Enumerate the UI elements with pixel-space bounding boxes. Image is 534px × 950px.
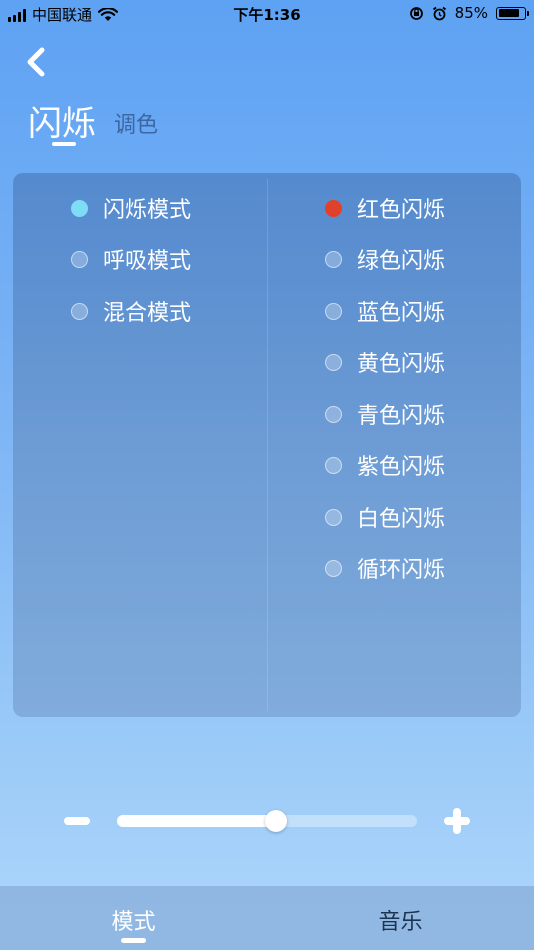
bottom-tab-bar: 模式 音乐 bbox=[0, 886, 534, 950]
option-label: 闪烁模式 bbox=[103, 198, 192, 223]
radio-icon bbox=[71, 199, 88, 217]
color-option-cycle[interactable]: 循环闪烁 bbox=[325, 551, 445, 585]
radio-icon bbox=[325, 456, 342, 474]
color-option-yellow[interactable]: 黄色闪烁 bbox=[325, 345, 445, 379]
slider-fill bbox=[117, 815, 276, 827]
option-label: 紫色闪烁 bbox=[357, 455, 446, 480]
status-bar: 中国联通 下午1:36 85% bbox=[0, 0, 534, 28]
color-option-cyan[interactable]: 青色闪烁 bbox=[325, 397, 445, 431]
panel-divider bbox=[267, 179, 268, 711]
mode-option-breath[interactable]: 呼吸模式 bbox=[71, 242, 191, 276]
options-panel: 闪烁模式 呼吸模式 混合模式 红色闪烁 绿色闪烁 蓝色闪烁 黄色闪烁 青色闪烁 … bbox=[13, 173, 521, 717]
active-tab-indicator bbox=[52, 142, 76, 146]
option-label: 黄色闪烁 bbox=[357, 352, 446, 377]
tab-blink[interactable]: 闪烁 bbox=[28, 96, 96, 145]
option-label: 蓝色闪烁 bbox=[357, 301, 446, 326]
battery-fill bbox=[498, 9, 519, 17]
color-option-green[interactable]: 绿色闪烁 bbox=[325, 242, 445, 276]
radio-icon bbox=[71, 250, 88, 268]
active-tab-indicator bbox=[121, 938, 146, 943]
option-label: 青色闪烁 bbox=[357, 404, 446, 429]
radio-icon bbox=[325, 199, 342, 217]
slider-track[interactable] bbox=[117, 810, 417, 832]
option-label: 白色闪烁 bbox=[357, 507, 446, 532]
radio-icon bbox=[325, 559, 342, 577]
tab-music[interactable]: 音乐 bbox=[267, 886, 534, 950]
tab-mode[interactable]: 模式 bbox=[0, 886, 267, 950]
minus-icon[interactable] bbox=[64, 817, 90, 825]
radio-icon bbox=[325, 405, 342, 423]
tab-music-label: 音乐 bbox=[378, 910, 423, 935]
chevron-left-icon bbox=[27, 47, 45, 77]
radio-icon bbox=[325, 508, 342, 526]
color-option-purple[interactable]: 紫色闪烁 bbox=[325, 448, 445, 482]
color-option-blue[interactable]: 蓝色闪烁 bbox=[325, 294, 445, 328]
battery-percent: 85% bbox=[454, 4, 488, 22]
tab-color-adjust[interactable]: 调色 bbox=[114, 107, 158, 139]
radio-icon bbox=[325, 250, 342, 268]
color-option-red[interactable]: 红色闪烁 bbox=[325, 191, 445, 225]
rotation-lock-icon bbox=[409, 6, 423, 20]
slider-thumb[interactable] bbox=[265, 810, 287, 832]
plus-icon[interactable] bbox=[444, 808, 470, 834]
status-right: 85% bbox=[409, 4, 529, 22]
radio-icon bbox=[71, 302, 88, 320]
mode-option-mixed[interactable]: 混合模式 bbox=[71, 294, 191, 328]
option-label: 混合模式 bbox=[103, 301, 192, 326]
option-label: 绿色闪烁 bbox=[357, 249, 446, 274]
back-button[interactable] bbox=[22, 44, 54, 80]
alarm-icon bbox=[432, 6, 446, 20]
option-label: 红色闪烁 bbox=[357, 198, 446, 223]
option-label: 循环闪烁 bbox=[357, 558, 446, 583]
color-option-white[interactable]: 白色闪烁 bbox=[325, 500, 445, 534]
mode-option-blink[interactable]: 闪烁模式 bbox=[71, 191, 191, 225]
option-label: 呼吸模式 bbox=[103, 249, 192, 274]
battery-icon bbox=[496, 6, 529, 20]
radio-icon bbox=[325, 353, 342, 371]
radio-icon bbox=[325, 302, 342, 320]
tab-mode-label: 模式 bbox=[111, 910, 156, 935]
